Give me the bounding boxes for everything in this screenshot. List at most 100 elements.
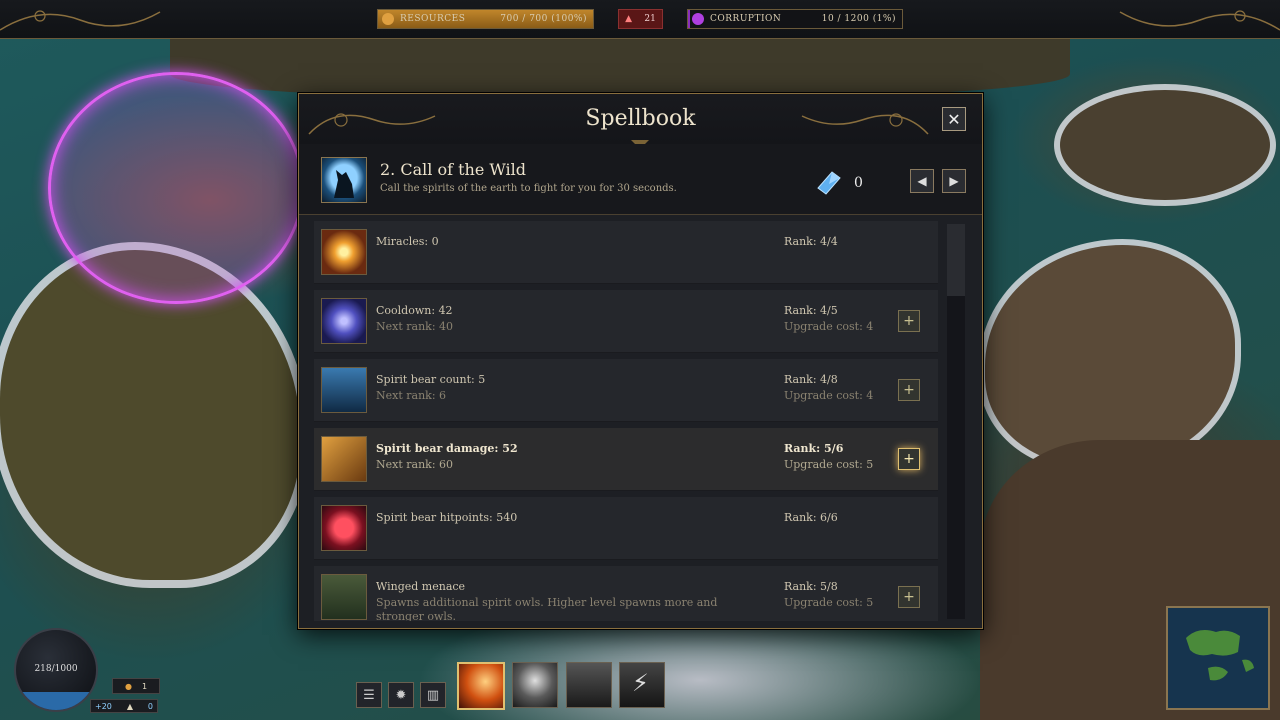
upgrade-rank: Rank: 4/8	[784, 373, 838, 386]
sun-button[interactable]: ✹	[388, 682, 414, 708]
spellbook-header: Spellbook ✕	[299, 94, 982, 149]
spellbook-panel: Spellbook ✕ 2. Call of the Wild Call the…	[298, 93, 983, 629]
upgrade-winged-menace-button[interactable]: +	[898, 586, 920, 608]
upgrade-next: Next rank: 60	[376, 458, 454, 471]
upgrade-row-cooldown: Cooldown: 42 Next rank: 40 Rank: 4/5 Upg…	[314, 290, 938, 353]
plus-icon: +	[903, 382, 915, 398]
upgrade-name: Cooldown: 42	[376, 304, 453, 317]
coins-value: 1	[141, 681, 148, 691]
ability-fire-slash[interactable]	[457, 662, 505, 710]
next-spell-button[interactable]: ▶	[942, 169, 966, 193]
plus-icon: +	[903, 451, 915, 467]
top-hud-bar: RESOURCES 700 / 700 (100%) ▲ 21 CORRUPTI…	[0, 0, 1280, 39]
upgrade-row-miracles: Miracles: 0 Rank: 4/4	[314, 221, 938, 284]
upgrade-next: Next rank: 40	[376, 320, 454, 333]
map-island-right	[985, 245, 1235, 465]
upgrade-row-bear-damage: Spirit bear damage: 52 Next rank: 60 Ran…	[314, 428, 938, 491]
income-value: +20	[95, 701, 112, 711]
owl-icon	[321, 574, 367, 620]
alert-count: 21	[644, 14, 656, 24]
coins-icon	[382, 13, 394, 25]
map-land-top	[170, 38, 1070, 98]
spellbook-button[interactable]: ▥	[420, 682, 446, 708]
upgrade-rank: Rank: 5/6	[784, 442, 844, 455]
upgrade-name: Winged menace	[376, 580, 466, 593]
upgrade-rank: Rank: 4/5	[784, 304, 838, 317]
upgrade-list: Miracles: 0 Rank: 4/4 Cooldown: 42 Next …	[314, 221, 938, 621]
map-island-top-right	[1060, 90, 1270, 200]
lightning-icon: ⚡	[632, 669, 649, 697]
dagger-icon	[321, 436, 367, 482]
upgrade-cooldown-button[interactable]: +	[898, 310, 920, 332]
heart-icon	[321, 505, 367, 551]
mana-fill	[16, 692, 96, 710]
upgrade-name: Spirit bear damage: 52	[376, 442, 518, 455]
corruption-icon	[692, 13, 704, 25]
upgrade-cost: Upgrade cost: 5	[784, 596, 874, 609]
spell-header: 2. Call of the Wild Call the spirits of …	[299, 144, 982, 215]
upgrade-rank: Rank: 4/4	[784, 235, 838, 248]
sun-icon: ✹	[395, 687, 407, 703]
corruption-value: 10 / 1200 (1%)	[821, 14, 896, 24]
income-stat: +20 ▲ 0	[90, 699, 158, 713]
upgrade-cost: Upgrade cost: 4	[784, 389, 874, 402]
followers-value: 0	[147, 701, 153, 711]
wolf-howl-icon	[321, 157, 367, 203]
corruption-fill	[688, 10, 691, 28]
close-button[interactable]: ✕	[942, 107, 966, 131]
scrollbar-thumb[interactable]	[947, 224, 965, 296]
upgrade-rank: Rank: 6/6	[784, 511, 838, 524]
close-icon: ✕	[947, 109, 961, 129]
chevron-left-icon: ◀	[917, 174, 927, 188]
crystal-icon	[817, 171, 841, 195]
plus-icon: +	[903, 313, 915, 329]
book-icon: ▥	[426, 687, 440, 703]
skill-points: 0	[854, 175, 863, 191]
menu-button[interactable]: ☰	[356, 682, 382, 708]
coins-stat: ● 1	[112, 678, 160, 694]
prev-spell-button[interactable]: ◀	[910, 169, 934, 193]
ability-call-of-the-wild[interactable]	[512, 662, 558, 708]
sunburst-icon	[321, 229, 367, 275]
upgrade-bear-count-button[interactable]: +	[898, 379, 920, 401]
spell-description: Call the spirits of the earth to fight f…	[380, 183, 677, 194]
corruption-label: CORRUPTION	[710, 14, 782, 24]
mana-text: 218/1000	[34, 664, 78, 674]
upgrade-row-bear-count: Spirit bear count: 5 Next rank: 6 Rank: …	[314, 359, 938, 422]
upgrade-cost: Upgrade cost: 5	[784, 458, 874, 471]
upgrade-name: Spirit bear count: 5	[376, 373, 486, 386]
ornament-right-icon	[1119, 10, 1280, 31]
ability-werewolf[interactable]	[566, 662, 612, 708]
warning-icon: ▲	[625, 14, 633, 24]
chevron-right-icon: ▶	[949, 174, 959, 188]
bear-icon	[321, 367, 367, 413]
upgrade-cost: Upgrade cost: 4	[784, 320, 874, 333]
minimap[interactable]	[1166, 606, 1270, 710]
resources-bar[interactable]: RESOURCES 700 / 700 (100%)	[377, 9, 594, 29]
upgrade-rank: Rank: 5/8	[784, 580, 838, 593]
upgrade-name: Miracles: 0	[376, 235, 439, 248]
plus-icon: +	[903, 589, 915, 605]
ability-lightning[interactable]: ⚡	[619, 662, 665, 708]
shield-bubble	[48, 72, 304, 304]
minimap-land-icon	[1186, 630, 1254, 681]
upgrade-row-bear-hitpoints: Spirit bear hitpoints: 540 Rank: 6/6	[314, 497, 938, 560]
upgrade-next: Next rank: 6	[376, 389, 447, 402]
resources-value: 700 / 700 (100%)	[500, 14, 587, 24]
upgrade-description: Spawns additional spirit owls. Higher le…	[376, 596, 718, 621]
spell-name: 2. Call of the Wild	[380, 160, 527, 179]
ornament-left-icon	[0, 10, 161, 31]
resources-label: RESOURCES	[400, 14, 466, 24]
upgrade-bear-damage-button[interactable]: +	[898, 448, 920, 470]
upgrade-row-winged-menace: Winged menace Spawns additional spirit o…	[314, 566, 938, 621]
coin-icon: ●	[124, 681, 132, 691]
follower-icon: ▲	[126, 701, 133, 711]
mana-orb: 218/1000	[14, 628, 98, 712]
corruption-bar[interactable]: CORRUPTION 10 / 1200 (1%)	[687, 9, 903, 29]
spellbook-title: Spellbook	[585, 106, 696, 131]
upgrade-scrollbar[interactable]	[947, 224, 965, 619]
upgrade-name: Spirit bear hitpoints: 540	[376, 511, 518, 524]
vortex-icon	[321, 298, 367, 344]
menu-icon: ☰	[363, 687, 375, 703]
alert-badge[interactable]: ▲ 21	[618, 9, 663, 29]
